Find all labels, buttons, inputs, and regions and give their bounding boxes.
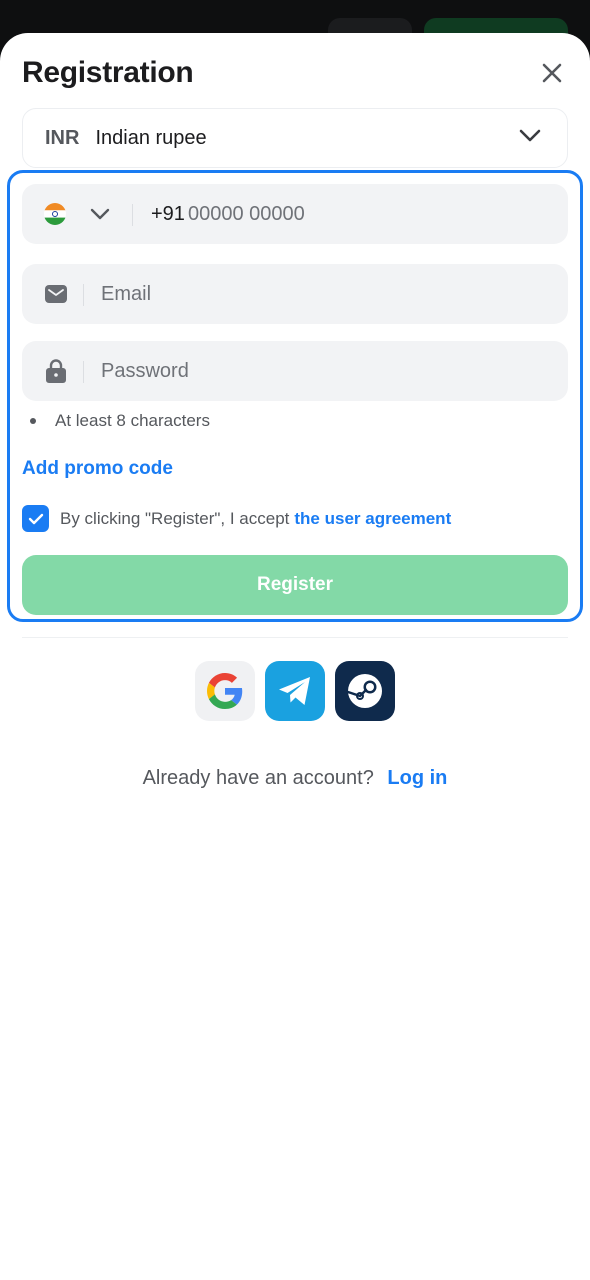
chevron-down-icon: [519, 129, 541, 142]
password-rule-text: At least 8 characters: [55, 411, 210, 430]
password-rule: At least 8 characters: [30, 411, 210, 431]
email-field: [22, 264, 568, 324]
login-row: Already have an account? Log in: [0, 767, 590, 790]
chevron-down-icon: [90, 208, 110, 220]
password-input[interactable]: [101, 341, 541, 401]
phone-field: +91: [22, 184, 568, 244]
bullet-icon: [30, 418, 36, 424]
registration-sheet: Registration INR Indian rupee +91 00000 …: [0, 33, 590, 1280]
user-agreement-link[interactable]: the user agreement: [294, 509, 451, 529]
field-divider: [83, 361, 84, 383]
phone-input[interactable]: [188, 184, 548, 244]
steam-login-button[interactable]: [335, 661, 395, 721]
currency-select[interactable]: INR Indian rupee: [22, 108, 568, 168]
field-divider: [83, 284, 84, 306]
telegram-icon: [279, 677, 310, 705]
currency-name: Indian rupee: [95, 126, 207, 149]
agreement-checkbox[interactable]: [22, 505, 49, 532]
india-flag-icon: [44, 203, 66, 225]
close-button[interactable]: [538, 59, 566, 87]
country-code-select[interactable]: [44, 203, 110, 225]
password-field: [22, 341, 568, 401]
field-divider: [132, 204, 133, 226]
checkmark-icon: [28, 513, 43, 524]
page-title: Registration: [22, 56, 194, 89]
add-promo-code-link[interactable]: Add promo code: [22, 458, 173, 480]
email-input[interactable]: [101, 264, 541, 324]
agreement-text: By clicking "Register", I accept: [60, 508, 290, 528]
login-link[interactable]: Log in: [387, 767, 447, 789]
divider: [22, 637, 568, 638]
close-icon: [542, 63, 562, 83]
mail-icon: [45, 285, 67, 303]
google-icon: [207, 673, 243, 709]
register-button[interactable]: Register: [22, 555, 568, 615]
steam-icon: [346, 674, 382, 708]
telegram-login-button[interactable]: [265, 661, 325, 721]
currency-code: INR: [45, 126, 80, 149]
agreement-row: By clicking "Register", I accept the use…: [22, 505, 451, 532]
phone-prefix: +91: [151, 203, 185, 225]
google-login-button[interactable]: [195, 661, 255, 721]
login-prompt: Already have an account?: [142, 767, 374, 789]
lock-icon: [46, 359, 66, 383]
